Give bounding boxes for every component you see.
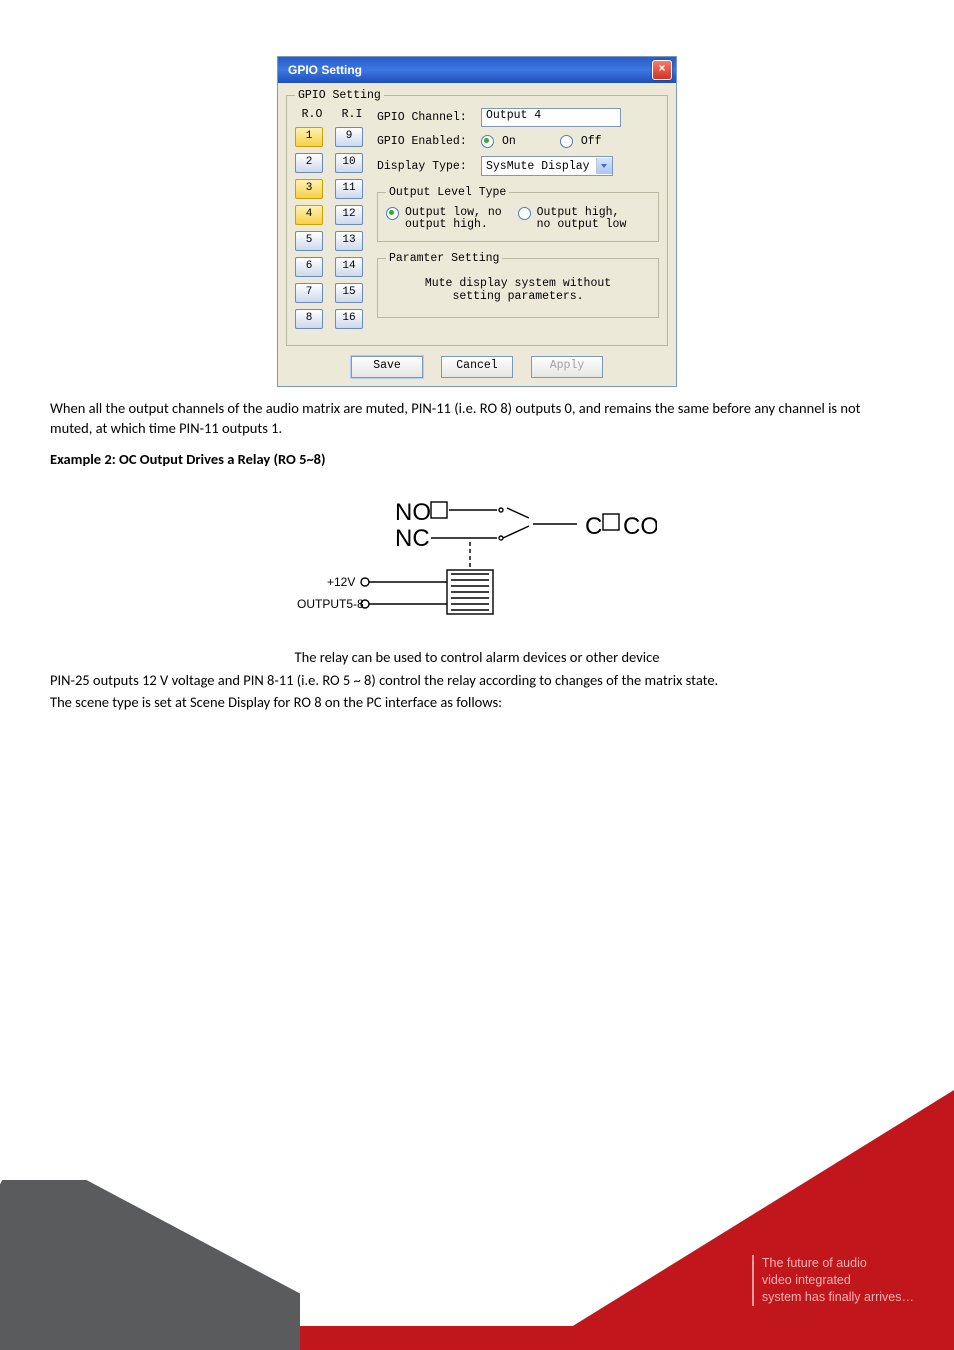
- paragraph-3: The scene type is set at Scene Display f…: [50, 693, 904, 713]
- port-ro-8[interactable]: 8: [295, 309, 323, 329]
- close-icon[interactable]: ×: [652, 60, 672, 80]
- chevron-down-icon[interactable]: [596, 158, 612, 174]
- svg-text:C: C: [585, 513, 602, 540]
- channel-input[interactable]: Output 4: [481, 108, 621, 127]
- display-type-dropdown[interactable]: SysMute Display: [481, 156, 613, 176]
- dialog-title: GPIO Setting: [288, 63, 362, 77]
- parameter-legend: Paramter Setting: [386, 252, 502, 265]
- port-grid: R.O R.I 192 10 3 11 4 12 5 13 6 14 7 15 8 16: [295, 108, 365, 335]
- output-level-legend: Output Level Type: [386, 186, 509, 199]
- paragraph-2: PIN-25 outputs 12 V voltage and PIN 8-11…: [50, 671, 904, 691]
- display-type-label: Display Type:: [377, 160, 473, 173]
- port-ri-15[interactable]: 15: [335, 283, 363, 303]
- port-ro-1[interactable]: 1: [295, 127, 323, 147]
- apply-button[interactable]: Apply: [531, 356, 603, 378]
- enabled-label: GPIO Enabled:: [377, 135, 473, 148]
- output-level-fieldset: Output Level Type Output low, no output …: [377, 186, 659, 242]
- relay-figure: NO NC C COM +12V OUTPUT5-: [297, 494, 657, 634]
- column-header-ro: R.O: [299, 108, 325, 121]
- example-2-heading: Example 2: OC Output Drives a Relay (RO …: [50, 450, 904, 470]
- fig-12v: +12V: [327, 575, 355, 589]
- fig-nc: NC: [395, 525, 430, 552]
- fig-com: COM: [623, 513, 657, 540]
- parameter-fieldset: Paramter Setting Mute display system wit…: [377, 252, 659, 318]
- port-ri-13[interactable]: 13: [335, 231, 363, 251]
- port-ri-10[interactable]: 10: [335, 153, 363, 173]
- port-ri-16[interactable]: 16: [335, 309, 363, 329]
- enabled-on-label: On: [502, 135, 516, 148]
- port-ro-7[interactable]: 7: [295, 283, 323, 303]
- enabled-off-radio[interactable]: [560, 135, 573, 148]
- display-type-value: SysMute Display: [482, 160, 596, 173]
- port-ri-11[interactable]: 11: [335, 179, 363, 199]
- figure-caption: The relay can be used to control alarm d…: [50, 648, 904, 668]
- fig-output: OUTPUT5-8: [297, 597, 364, 611]
- gpio-fieldset-legend: GPIO Setting: [295, 89, 384, 102]
- save-button[interactable]: Save: [351, 356, 423, 378]
- fig-no: NO: [395, 499, 431, 526]
- footer-grey-wedge: [0, 1180, 300, 1350]
- footer-red-wedge: [534, 1090, 954, 1350]
- settings-column: GPIO Channel: Output 4 GPIO Enabled: On …: [377, 108, 659, 335]
- cancel-button[interactable]: Cancel: [441, 356, 513, 378]
- enabled-off-label: Off: [581, 135, 602, 148]
- port-ro-4[interactable]: 4: [295, 205, 323, 225]
- gpio-fieldset: GPIO Setting R.O R.I 192 10 3 11 4 12 5 13 6 14 71…: [286, 89, 668, 346]
- relay-diagram-icon: NO NC C COM +12V OUTPUT5-: [297, 494, 657, 634]
- output-low-radio[interactable]: [386, 207, 399, 220]
- port-ri-14[interactable]: 14: [335, 257, 363, 277]
- gpio-setting-dialog: GPIO Setting × GPIO Setting R.O R.I 1921…: [277, 56, 677, 387]
- dialog-titlebar[interactable]: GPIO Setting ×: [278, 57, 676, 83]
- output-high-label: Output high, no output low: [537, 207, 627, 231]
- dialog-buttons: Save Cancel Apply: [286, 356, 668, 378]
- channel-label: GPIO Channel:: [377, 111, 473, 124]
- output-high-radio[interactable]: [518, 207, 531, 220]
- port-ro-6[interactable]: 6: [295, 257, 323, 277]
- column-header-ri: R.I: [339, 108, 365, 121]
- port-ro-3[interactable]: 3: [295, 179, 323, 199]
- port-ro-5[interactable]: 5: [295, 231, 323, 251]
- port-ri-12[interactable]: 12: [335, 205, 363, 225]
- document-page: GPIO Setting × GPIO Setting R.O R.I 1921…: [0, 0, 954, 1350]
- footer-tagline: The future of audio video integrated sys…: [752, 1255, 914, 1306]
- parameter-message: Mute display system without setting para…: [386, 273, 650, 307]
- output-low-label: Output low, no output high.: [405, 207, 502, 231]
- paragraph-1: When all the output channels of the audi…: [50, 399, 904, 438]
- enabled-on-radio[interactable]: [481, 135, 494, 148]
- port-ri-9[interactable]: 9: [335, 127, 363, 147]
- dialog-body: GPIO Setting R.O R.I 192 10 3 11 4 12 5 13 6 14 71…: [278, 83, 676, 386]
- port-ro-2[interactable]: 2: [295, 153, 323, 173]
